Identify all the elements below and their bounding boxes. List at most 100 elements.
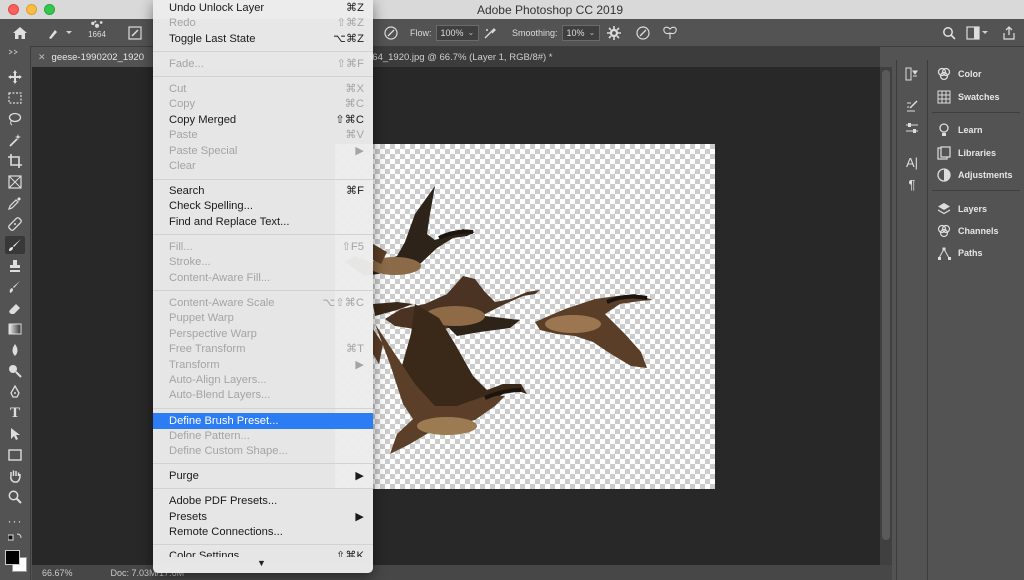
healing-brush-tool-icon[interactable] xyxy=(5,215,25,233)
blur-tool-icon[interactable] xyxy=(5,341,25,359)
menu-item-paste-special: Paste Special ▶ xyxy=(169,145,364,157)
menu-item-copy: Copy ⌘C xyxy=(169,98,364,110)
panel-label: Libraries xyxy=(958,148,997,158)
panel-paths[interactable]: Paths xyxy=(936,244,983,262)
adjustments-icon xyxy=(936,167,952,183)
smoothing-control[interactable]: Smoothing: 10% ⌄ xyxy=(512,23,601,42)
history-brush-tool-icon[interactable] xyxy=(5,278,25,296)
document-tab-active[interactable]: 564_1920.jpg @ 66.7% (Layer 1, RGB/8#) * xyxy=(367,47,553,67)
menu-item-copy-merged[interactable]: Copy Merged ⇧⌘C xyxy=(153,113,373,128)
panel-adjustments[interactable]: Adjustments xyxy=(936,166,1013,184)
minimize-window-button[interactable] xyxy=(26,4,37,15)
eyedropper-tool-icon[interactable] xyxy=(5,194,25,212)
app-title: Adobe Photoshop CC 2019 xyxy=(476,3,624,17)
edit-menu: Undo Unlock Layer ⌘Z Redo ⇧⌘Z Toggle Last … xyxy=(153,0,373,573)
rectangle-tool-icon[interactable] xyxy=(5,446,25,464)
more-tools-icon[interactable]: ··· xyxy=(5,512,25,530)
document-canvas[interactable] xyxy=(335,144,715,489)
menu-item-cut: Cut ⌘X xyxy=(169,83,364,95)
workspace-switcher[interactable] xyxy=(966,23,988,42)
menu-item-find-replace[interactable]: Find and Replace Text... xyxy=(153,215,373,230)
menu-item-undo[interactable]: Undo Unlock Layer ⌘Z xyxy=(153,1,373,16)
marquee-tool-icon[interactable] xyxy=(5,89,25,107)
lasso-tool-icon[interactable] xyxy=(5,110,25,128)
pen-tool-icon[interactable] xyxy=(5,383,25,401)
hand-tool-icon[interactable] xyxy=(5,467,25,485)
menu-item-fill: Fill... ⇧F5 xyxy=(169,241,364,253)
paragraph-panel-icon[interactable]: ¶ xyxy=(904,176,920,192)
type-tool-icon[interactable]: T xyxy=(5,404,25,422)
pressure-size-icon[interactable] xyxy=(636,23,650,42)
crop-tool-icon[interactable] xyxy=(5,152,25,170)
flow-input[interactable]: 100% ⌄ xyxy=(435,24,480,41)
brush-settings-panel-icon[interactable] xyxy=(128,23,142,42)
foreground-color-swatch[interactable] xyxy=(5,550,20,565)
menu-item-adobe-pdf-presets[interactable]: Adobe PDF Presets... xyxy=(153,494,373,509)
menu-item-redo: Redo ⇧⌘Z xyxy=(169,17,364,29)
menu-separator xyxy=(153,76,373,77)
menu-scroll-down-arrow[interactable]: ▼ xyxy=(257,558,266,568)
menu-item-define-pattern: Define Pattern... xyxy=(169,430,250,442)
menu-item-color-settings[interactable]: Color Settings... ⇧⌘K xyxy=(153,549,373,557)
frame-tool-icon[interactable] xyxy=(5,173,25,191)
close-tab-icon[interactable]: ✕ xyxy=(38,52,46,63)
history-panel-icon[interactable] xyxy=(904,66,920,82)
menu-item-auto-blend-layers: Auto-Blend Layers... xyxy=(169,389,271,401)
geese-image xyxy=(345,186,653,454)
menu-item-toggle-last-state[interactable]: Toggle Last State ⌥⌘Z xyxy=(153,32,373,47)
brush-size-picker[interactable]: 1664 xyxy=(86,20,108,39)
search-icon[interactable] xyxy=(942,23,956,42)
menu-item-define-brush-preset[interactable]: Define Brush Preset... xyxy=(153,413,373,429)
menu-item-content-aware-scale: Content-Aware Scale ⌥⇧⌘C xyxy=(169,297,364,309)
zoom-level[interactable]: 66.67% xyxy=(42,568,73,578)
brush-settings-icon[interactable] xyxy=(904,98,920,114)
symmetry-butterfly-icon[interactable] xyxy=(662,23,678,42)
gradient-tool-icon[interactable] xyxy=(5,320,25,338)
dodge-tool-icon[interactable] xyxy=(5,362,25,380)
brush-tool-icon[interactable] xyxy=(5,236,25,254)
maximize-window-button[interactable] xyxy=(44,4,55,15)
swap-colors-icon[interactable] xyxy=(5,532,25,544)
menu-item-purge[interactable]: Purge ▶ xyxy=(153,469,373,484)
home-icon[interactable] xyxy=(12,23,28,42)
scrollbar-thumb[interactable] xyxy=(882,70,890,540)
share-icon[interactable] xyxy=(1002,23,1016,42)
properties-sliders-icon[interactable] xyxy=(904,120,920,136)
foreground-background-colors[interactable] xyxy=(5,548,27,574)
move-tool-icon[interactable] xyxy=(5,68,25,86)
menu-item-presets[interactable]: Presets ▶ xyxy=(153,510,373,525)
brush-tool-preset-picker[interactable] xyxy=(46,23,72,42)
panel-libraries[interactable]: Libraries xyxy=(936,144,996,162)
character-panel-icon[interactable]: A| xyxy=(904,154,920,170)
eraser-tool-icon[interactable] xyxy=(5,299,25,317)
color-icon xyxy=(936,66,952,82)
panel-channels[interactable]: Channels xyxy=(936,222,999,240)
panel-label: Paths xyxy=(958,248,983,258)
panel-layers[interactable]: Layers xyxy=(936,200,987,218)
menu-item-check-spelling[interactable]: Check Spelling... xyxy=(153,199,373,214)
menu-item-perspective-warp: Perspective Warp xyxy=(169,328,257,340)
airbrush-pressure-icon[interactable] xyxy=(384,23,398,42)
magic-wand-tool-icon[interactable] xyxy=(5,131,25,149)
collapse-panel-icon[interactable] xyxy=(5,48,25,56)
menu-separator xyxy=(153,290,373,291)
document-tab[interactable]: ✕ geese-1990202_1920 xyxy=(32,47,164,67)
close-window-button[interactable] xyxy=(8,4,19,15)
clone-stamp-tool-icon[interactable] xyxy=(5,257,25,275)
menu-item-free-transform: Free Transform ⌘T xyxy=(169,343,364,355)
panel-swatches[interactable]: Swatches xyxy=(936,88,1000,106)
smoothing-input[interactable]: 10% ⌄ xyxy=(561,24,601,41)
path-selection-tool-icon[interactable] xyxy=(5,425,25,443)
flow-control[interactable]: Flow: 100% ⌄ xyxy=(410,23,480,42)
panel-learn[interactable]: Learn xyxy=(936,121,983,139)
paths-icon xyxy=(936,245,952,261)
gear-icon[interactable] xyxy=(607,23,621,42)
airbrush-icon[interactable] xyxy=(483,23,497,42)
menu-item-search[interactable]: Search ⌘F xyxy=(153,184,373,199)
brush-size-value: 1664 xyxy=(88,30,106,39)
tab-label: 564_1920.jpg @ 66.7% (Layer 1, RGB/8#) * xyxy=(367,51,553,63)
zoom-tool-icon[interactable] xyxy=(5,488,25,506)
panel-label: Layers xyxy=(958,204,988,214)
panel-color[interactable]: Color xyxy=(936,65,982,83)
menu-item-remote-connections[interactable]: Remote Connections... xyxy=(153,525,373,540)
